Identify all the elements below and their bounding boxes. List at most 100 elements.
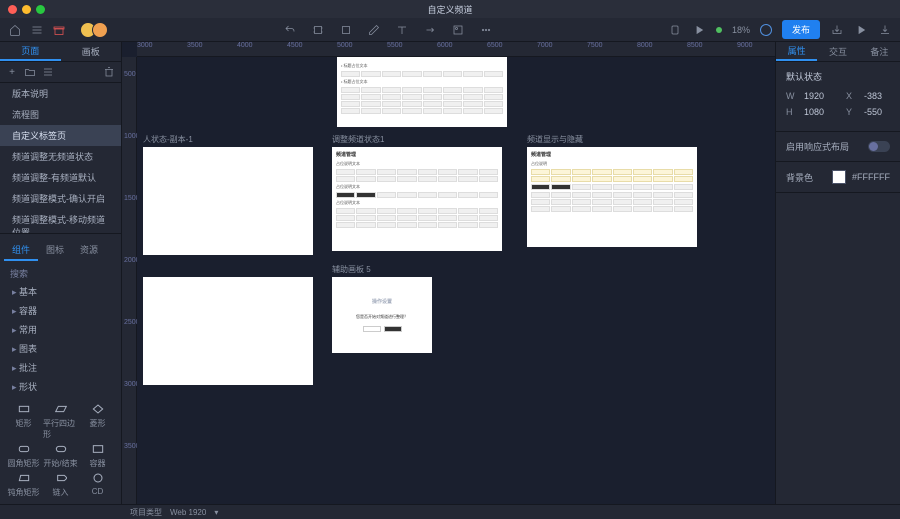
- component-group[interactable]: 形状: [0, 377, 121, 396]
- component-group[interactable]: 常用: [0, 320, 121, 339]
- pen-icon[interactable]: [367, 23, 381, 37]
- page-item[interactable]: 频道调整-有频道默认: [0, 167, 121, 188]
- x-value[interactable]: -383: [864, 91, 882, 101]
- tab-pages[interactable]: 页面: [0, 42, 61, 61]
- project-settings-icon[interactable]: [760, 24, 772, 36]
- tab-properties[interactable]: 属性: [776, 42, 817, 61]
- artboard-label[interactable]: 频道显示与隐藏: [527, 134, 583, 145]
- connector-icon[interactable]: [423, 23, 437, 37]
- page-item[interactable]: 流程图: [0, 104, 121, 125]
- shape-item[interactable]: CD: [80, 471, 115, 498]
- ruler-vertical: 500100015002000250030003500: [122, 57, 137, 504]
- page-list: 版本说明流程图自定义标签页频道调整无频道状态频道调整-有频道默认频道调整模式-确…: [0, 83, 121, 233]
- titlebar: 自定义频道: [0, 0, 900, 18]
- shape-item[interactable]: 链入: [43, 471, 78, 498]
- device-icon[interactable]: [668, 23, 682, 37]
- height-value[interactable]: 1080: [804, 107, 824, 117]
- page-item[interactable]: 频道调整模式-确认开启: [0, 188, 121, 209]
- right-sidebar: 属性 交互 备注 默认状态 W 1920 X -383 H 1080 Y -55…: [775, 42, 900, 504]
- responsive-label: 启用响应式布局: [786, 140, 849, 153]
- list-icon[interactable]: [42, 66, 54, 78]
- play-icon[interactable]: [854, 23, 868, 37]
- artboard[interactable]: 人状态-副本-1: [143, 147, 313, 255]
- state-title: 默认状态: [786, 70, 890, 83]
- ruler-horizontal: 3000350040004500500055006000650070007500…: [137, 42, 775, 57]
- width-value[interactable]: 1920: [804, 91, 824, 101]
- close-icon[interactable]: [8, 5, 17, 14]
- bgcolor-label: 背景色: [786, 171, 813, 184]
- artboard[interactable]: 辅助画板 5操作设置您是否开始对频道进行整理？: [332, 277, 432, 353]
- canvas-area[interactable]: 3000350040004500500055006000650070007500…: [122, 42, 775, 504]
- y-label: Y: [846, 107, 858, 117]
- tab-artboards[interactable]: 画板: [61, 42, 122, 61]
- artboard-label[interactable]: 调整频道状态1: [332, 134, 384, 145]
- height-label: H: [786, 107, 798, 117]
- shape-grid: 矩形平行四边形菱形圆角矩形开始/结束容器钝角矩形链入CD: [0, 396, 121, 504]
- project-type-label: 项目类型: [130, 507, 162, 518]
- canvas[interactable]: • 标题占位文本• 标题占位文本人状态-副本-1调整频道状态1频道管理占位说明文…: [137, 57, 775, 504]
- tab-icons[interactable]: 图标: [38, 240, 72, 261]
- bgcolor-swatch[interactable]: [832, 170, 846, 184]
- artboard-label[interactable]: 辅助画板 5: [332, 264, 371, 275]
- sync-status-icon: [716, 27, 722, 33]
- menu-icon[interactable]: [30, 23, 44, 37]
- folder-icon[interactable]: [24, 66, 36, 78]
- tab-components[interactable]: 组件: [4, 240, 38, 261]
- home-icon[interactable]: [8, 23, 22, 37]
- avatar[interactable]: [92, 22, 108, 38]
- responsive-toggle[interactable]: [868, 141, 890, 152]
- shape-item[interactable]: 矩形: [6, 402, 41, 440]
- component-group[interactable]: 批注: [0, 358, 121, 377]
- bgcolor-value[interactable]: #FFFFFF: [852, 172, 890, 182]
- shape-item[interactable]: 开始/结束: [43, 442, 78, 469]
- component-group[interactable]: 图表: [0, 339, 121, 358]
- add-page-icon[interactable]: +: [6, 66, 18, 78]
- toolbar: 18% 发布: [0, 18, 900, 42]
- trash-icon[interactable]: [103, 66, 115, 78]
- traffic-lights: [0, 5, 45, 14]
- page-item[interactable]: 频道调整模式-移动频道位置: [0, 209, 121, 233]
- publish-button[interactable]: 发布: [782, 20, 820, 39]
- artboard-icon[interactable]: [311, 23, 325, 37]
- zoom-value[interactable]: 18%: [732, 25, 750, 35]
- shape-icon[interactable]: [339, 23, 353, 37]
- more-icon[interactable]: [479, 23, 493, 37]
- tab-notes[interactable]: 备注: [859, 42, 900, 61]
- undo-icon[interactable]: [283, 23, 297, 37]
- download-icon[interactable]: [878, 23, 892, 37]
- shape-item[interactable]: 容器: [80, 442, 115, 469]
- artboard[interactable]: 调整频道状态1频道管理占位说明文本占位说明文本占位说明文本: [332, 147, 502, 251]
- dropdown-icon[interactable]: ▾: [214, 508, 218, 517]
- component-group[interactable]: 容器: [0, 301, 121, 320]
- preview-icon[interactable]: [692, 23, 706, 37]
- tab-assets[interactable]: 资源: [72, 240, 106, 261]
- gift-icon[interactable]: [52, 23, 66, 37]
- statusbar: 项目类型 Web 1920 ▾: [0, 504, 900, 519]
- tab-interaction[interactable]: 交互: [817, 42, 858, 61]
- artboard[interactable]: 频道显示与隐藏频道管理占位说明: [527, 147, 697, 247]
- left-sidebar: 页面 画板 + 版本说明流程图自定义标签页频道调整无频道状态频道调整-有频道默认…: [0, 42, 122, 504]
- minimize-icon[interactable]: [22, 5, 31, 14]
- search-input[interactable]: 搜索: [0, 265, 121, 282]
- artboard[interactable]: • 标题占位文本• 标题占位文本: [337, 57, 507, 127]
- artboard[interactable]: [143, 277, 313, 385]
- page-item[interactable]: 频道调整无频道状态: [0, 146, 121, 167]
- text-icon[interactable]: [395, 23, 409, 37]
- shape-item[interactable]: 平行四边形: [43, 402, 78, 440]
- project-type-value[interactable]: Web 1920: [170, 508, 206, 517]
- maximize-icon[interactable]: [36, 5, 45, 14]
- page-item[interactable]: 自定义标签页: [0, 125, 121, 146]
- y-value[interactable]: -550: [864, 107, 882, 117]
- width-label: W: [786, 91, 798, 101]
- x-label: X: [846, 91, 858, 101]
- shape-item[interactable]: 菱形: [80, 402, 115, 440]
- shape-item[interactable]: 钝角矩形: [6, 471, 41, 498]
- page-item[interactable]: 版本说明: [0, 83, 121, 104]
- share-icon[interactable]: [830, 23, 844, 37]
- artboard-label[interactable]: 人状态-副本-1: [143, 134, 193, 145]
- component-group[interactable]: 基本: [0, 282, 121, 301]
- image-icon[interactable]: [451, 23, 465, 37]
- window-title: 自定义频道: [427, 3, 472, 16]
- collaborators[interactable]: [84, 22, 108, 38]
- shape-item[interactable]: 圆角矩形: [6, 442, 41, 469]
